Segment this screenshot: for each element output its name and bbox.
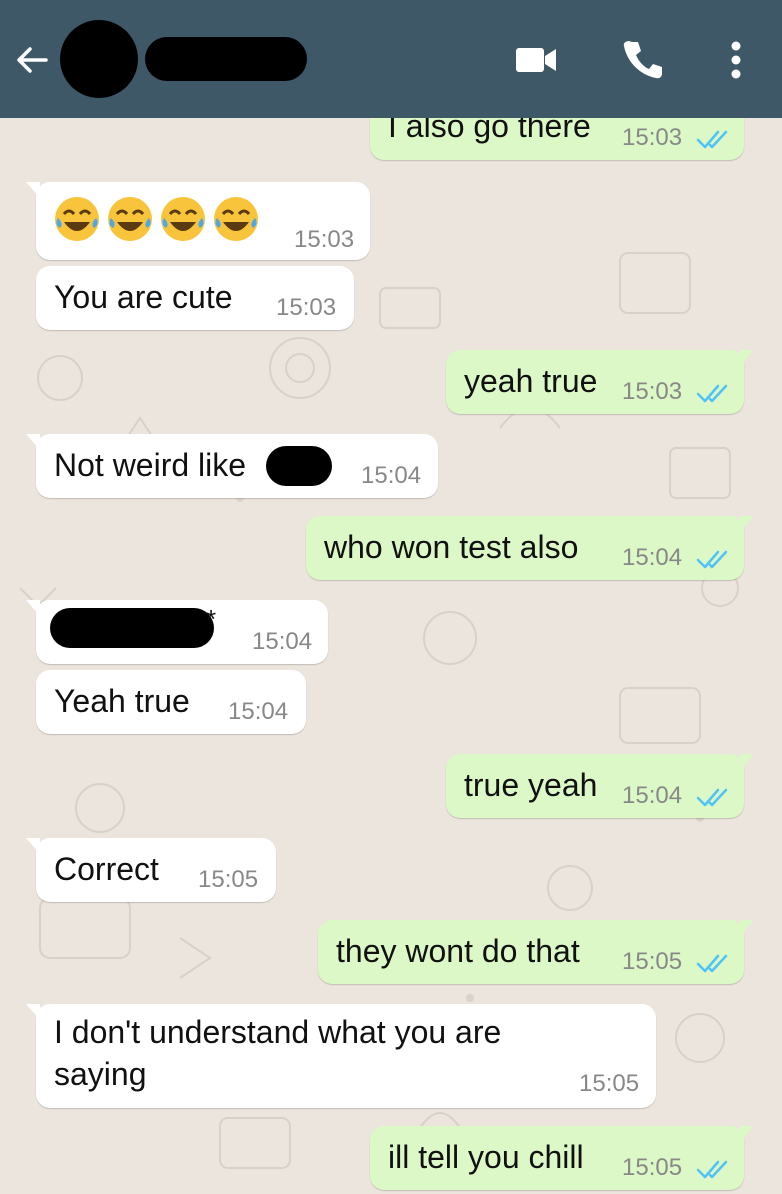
message-outgoing[interactable]: who won test also 15:04	[306, 516, 754, 580]
message-time: 15:04	[252, 628, 313, 655]
message-time: 15:03	[622, 124, 683, 151]
arrow-left-icon[interactable]	[12, 40, 52, 80]
video-camera-icon[interactable]	[512, 36, 560, 84]
message-text: You are cute	[54, 279, 233, 315]
message-time: 15:05	[579, 1070, 640, 1097]
face-with-tears-of-joy-icon	[161, 197, 205, 241]
read-ticks-icon	[696, 130, 728, 149]
read-ticks-icon	[696, 550, 728, 569]
bubble-tail	[740, 350, 754, 366]
bubble-tail	[740, 920, 754, 936]
message-text: I also go there	[388, 118, 591, 144]
message-incoming[interactable]: Not weird like 15:04	[26, 434, 438, 498]
face-with-tears-of-joy-icon	[214, 197, 258, 241]
bubble-tail	[740, 516, 754, 532]
message-text: Correct	[54, 851, 159, 887]
message-outgoing[interactable]: ill tell you chill 15:05	[370, 1126, 754, 1190]
bubble-tail	[740, 754, 754, 770]
more-vertical-icon[interactable]	[712, 36, 760, 84]
message-time: 15:04	[622, 544, 683, 571]
message-text: they wont do that	[336, 933, 580, 969]
message-text-line-1: I don't understand what you are	[54, 1014, 502, 1050]
message-text: who won test also	[324, 529, 579, 565]
message-outgoing[interactable]: yeah true 15:03	[446, 350, 754, 414]
message-text: Not weird like	[54, 447, 247, 483]
message-text: true yeah	[464, 767, 598, 803]
phone-icon[interactable]	[618, 36, 666, 84]
message-time: 15:04	[228, 698, 289, 725]
avatar[interactable]	[60, 20, 138, 98]
message-time: 15:03	[294, 226, 355, 253]
message-time: 15:03	[622, 378, 683, 405]
bubble-tail	[26, 182, 40, 198]
message-incoming[interactable]: You are cute 15:03	[36, 266, 354, 330]
message-time: 15:04	[622, 782, 683, 809]
bubble-tail	[26, 1004, 40, 1020]
bubble-tail	[740, 1126, 754, 1142]
bubble-tail	[26, 434, 40, 450]
message-text: Yeah true	[54, 683, 190, 719]
message-text: yeah true	[464, 363, 598, 399]
message-time: 15:05	[622, 1154, 683, 1181]
message-time: 15:03	[276, 294, 337, 321]
message-incoming[interactable]: * 15:04	[26, 600, 328, 664]
read-ticks-icon	[696, 788, 728, 807]
message-outgoing[interactable]: they wont do that 15:05	[318, 920, 754, 984]
message-outgoing[interactable]: I also go there 15:03	[370, 118, 744, 160]
face-with-tears-of-joy-icon	[108, 197, 152, 241]
message-incoming[interactable]: I don't understand what you are saying 1…	[26, 1004, 656, 1108]
message-incoming[interactable]: Yeah true 15:04	[36, 670, 306, 734]
message-outgoing[interactable]: true yeah 15:04	[446, 754, 754, 818]
bubble-tail	[26, 600, 40, 616]
chat-area[interactable]: I also go there 15:03 15:03 You are cute…	[0, 118, 782, 1194]
chat-header	[0, 0, 782, 118]
redaction-mark	[266, 446, 332, 486]
read-ticks-icon	[696, 1160, 728, 1179]
message-time: 15:05	[198, 866, 259, 893]
message-text: ill tell you chill	[388, 1139, 584, 1175]
message-time: 15:05	[622, 948, 683, 975]
message-text-line-2: saying	[54, 1056, 147, 1092]
bubble-tail	[26, 838, 40, 854]
redaction-mark	[50, 608, 214, 648]
read-ticks-icon	[696, 954, 728, 973]
message-incoming[interactable]: 15:03	[26, 182, 370, 260]
message-incoming[interactable]: Correct 15:05	[26, 838, 276, 902]
message-time: 15:04	[361, 462, 422, 489]
contact-name-redacted[interactable]	[145, 37, 307, 81]
read-ticks-icon	[696, 384, 728, 403]
face-with-tears-of-joy-icon	[55, 197, 99, 241]
message-text: *	[206, 604, 217, 634]
